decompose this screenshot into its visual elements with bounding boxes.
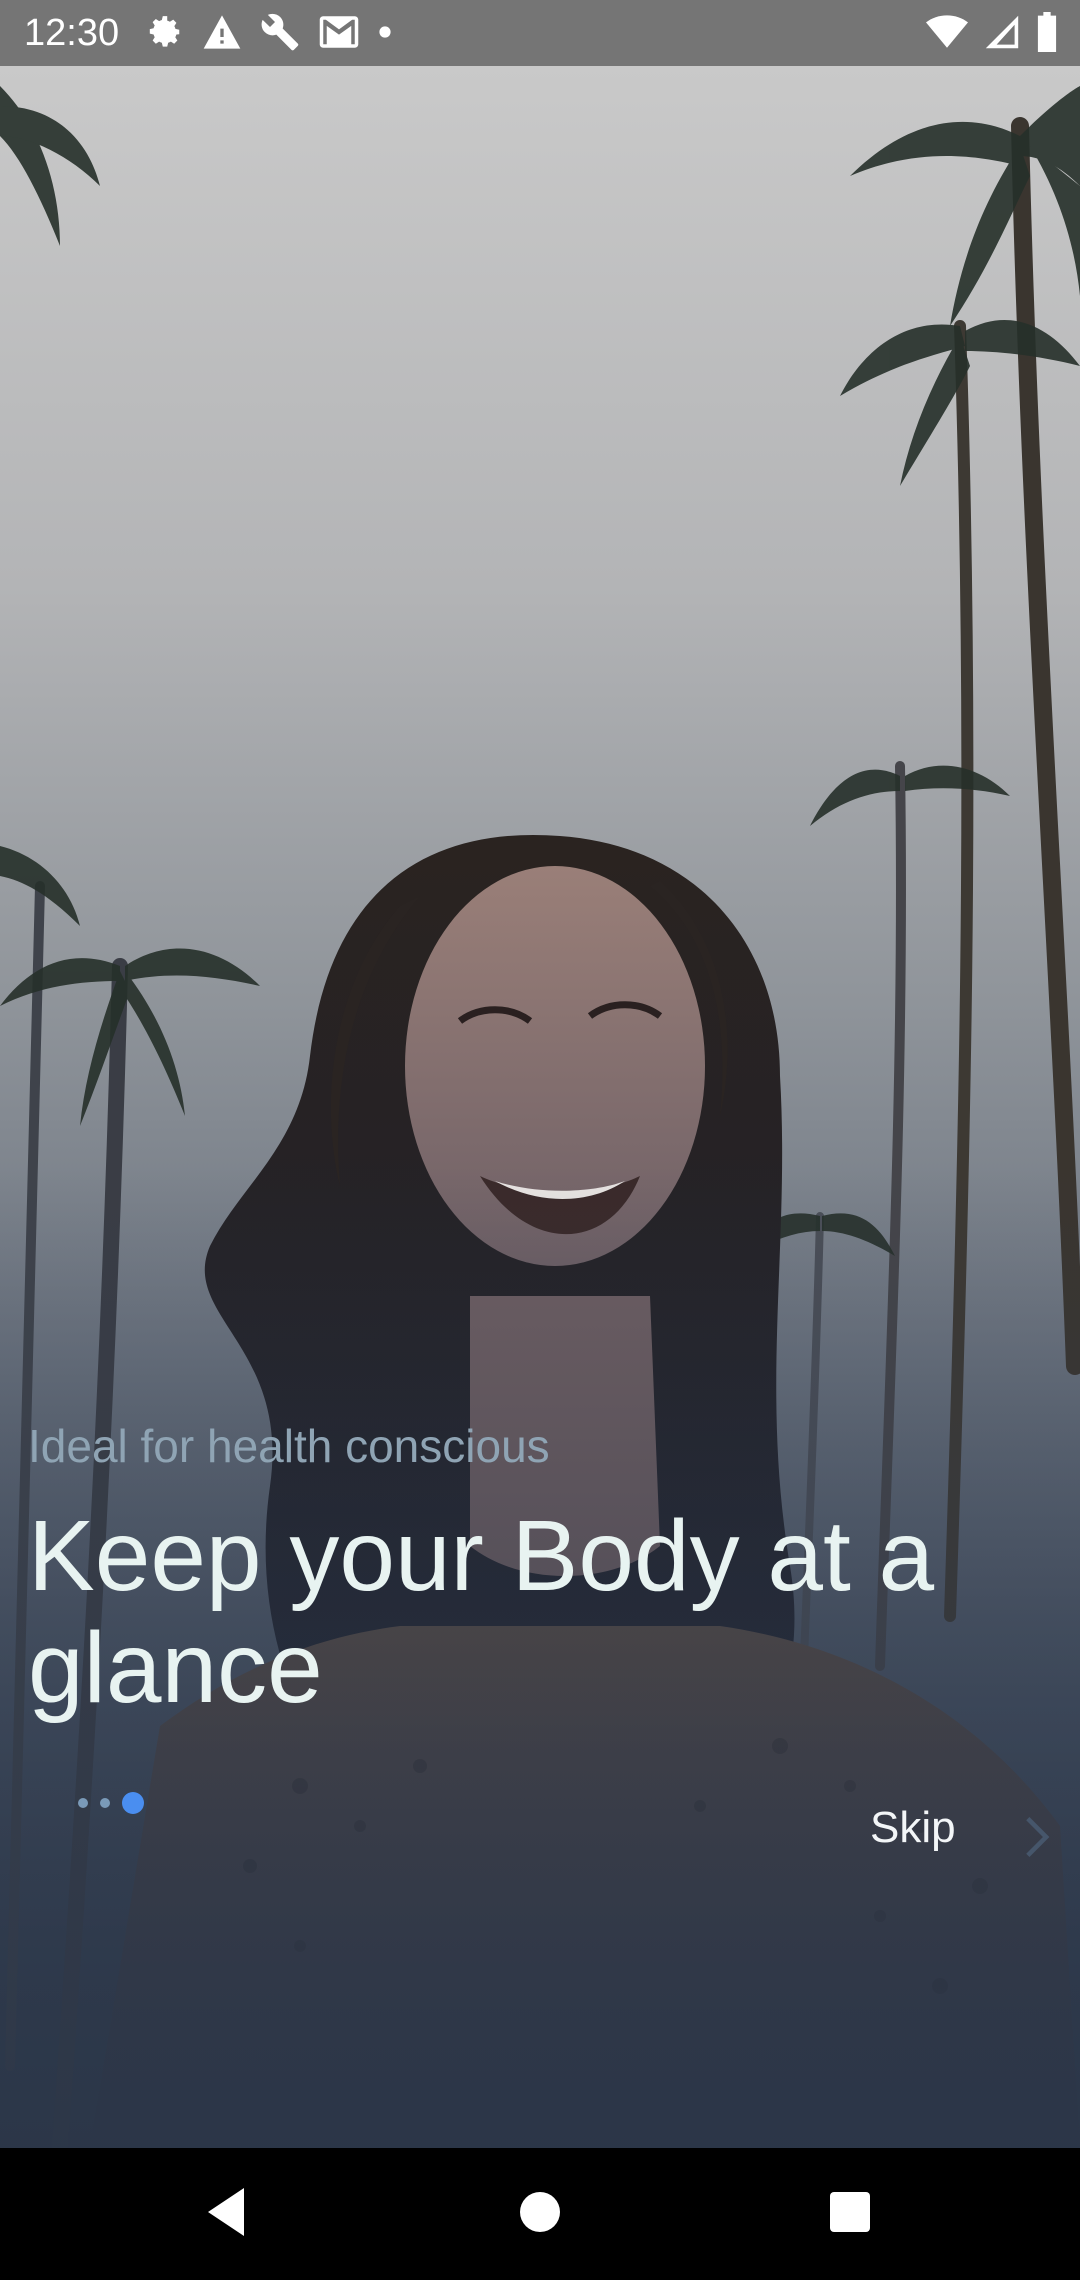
status-icons-right xyxy=(926,12,1058,52)
dot-icon xyxy=(379,26,391,38)
page-indicator xyxy=(78,1792,144,1814)
page-dot-1 xyxy=(78,1798,88,1808)
chevron-right-icon[interactable] xyxy=(1020,1815,1054,1859)
recents-icon[interactable] xyxy=(828,2186,872,2238)
system-nav-bar xyxy=(0,2148,1080,2280)
skip-button[interactable]: Skip xyxy=(870,1800,956,1856)
warning-icon xyxy=(203,15,241,49)
home-icon[interactable] xyxy=(518,2186,562,2238)
onboarding-subtitle: Ideal for health conscious xyxy=(28,1420,550,1472)
status-bar: 12:30 xyxy=(0,0,1080,66)
status-icons-left xyxy=(146,12,392,52)
page-dot-3 xyxy=(122,1792,144,1814)
wifi-icon xyxy=(926,15,968,48)
wrench-icon xyxy=(261,13,299,51)
status-time: 12:30 xyxy=(24,12,120,54)
onboarding-title: Keep your Body at a glance xyxy=(28,1500,935,1724)
settings-icon xyxy=(149,16,180,47)
battery-icon xyxy=(1037,12,1057,52)
back-icon[interactable] xyxy=(204,2186,248,2238)
page-dot-2 xyxy=(100,1798,110,1808)
gmail-icon xyxy=(319,16,359,48)
signal-icon xyxy=(985,15,1019,49)
